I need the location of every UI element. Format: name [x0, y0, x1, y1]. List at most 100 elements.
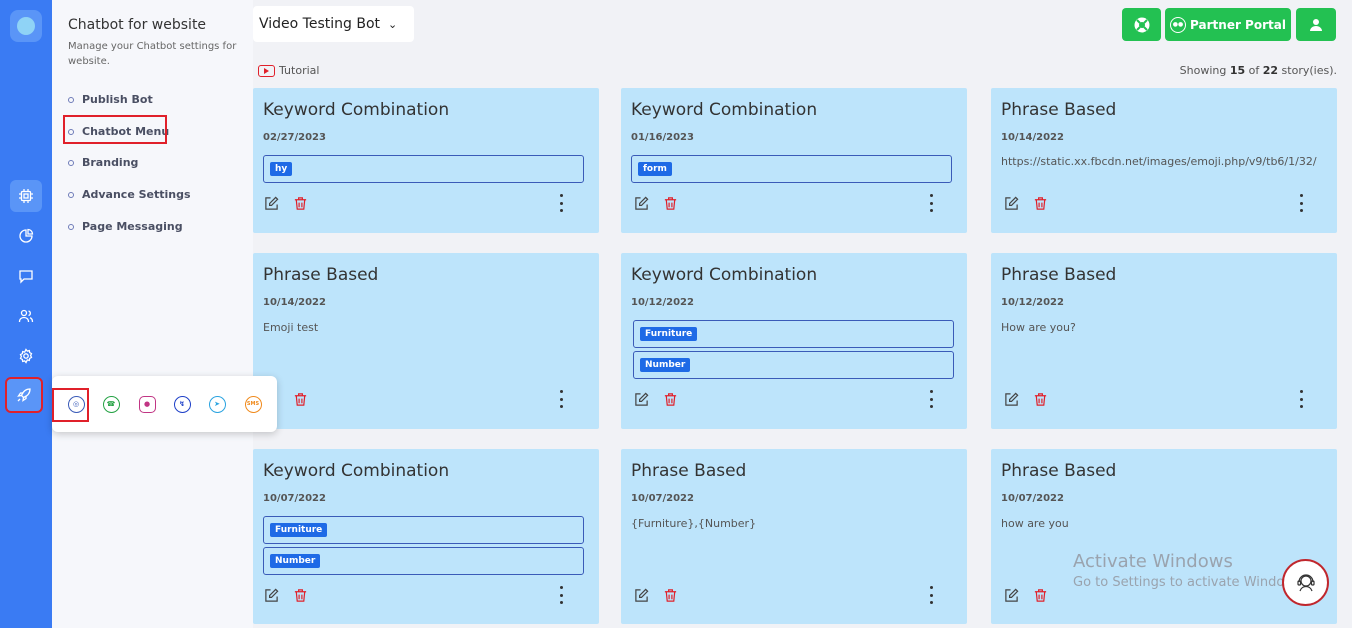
- cpu-icon[interactable]: [10, 180, 42, 212]
- whatsapp-icon[interactable]: ☎: [96, 389, 126, 419]
- bullet-icon: [68, 191, 74, 198]
- watermark-title: Activate Windows: [1073, 551, 1233, 572]
- story-card[interactable]: Phrase Based 10/12/2022 How are you?: [991, 253, 1337, 429]
- card-title: Keyword Combination: [263, 100, 450, 120]
- delete-icon[interactable]: [662, 391, 678, 407]
- story-card[interactable]: Keyword Combination 01/16/2023 form: [621, 88, 967, 233]
- delete-icon[interactable]: [292, 195, 308, 211]
- card-title: Phrase Based: [1001, 100, 1117, 120]
- headset-agent-icon: [1296, 573, 1315, 591]
- more-options-icon[interactable]: [1296, 194, 1306, 212]
- app-logo-icon[interactable]: [10, 10, 42, 42]
- story-card[interactable]: Keyword Combination 10/07/2022 Furniture…: [253, 449, 599, 624]
- card-date: 10/12/2022: [1001, 297, 1064, 308]
- gear-icon[interactable]: [10, 340, 42, 372]
- sms-icon[interactable]: SMS: [238, 389, 268, 419]
- chat-icon[interactable]: [10, 260, 42, 292]
- tutorial-link[interactable]: Tutorial: [258, 64, 319, 77]
- user-icon: [1310, 18, 1322, 31]
- card-title: Phrase Based: [1001, 265, 1117, 285]
- tutorial-label: Tutorial: [279, 64, 320, 77]
- more-options-icon[interactable]: [1296, 390, 1306, 408]
- card-date: 10/12/2022: [631, 297, 694, 308]
- users-icon[interactable]: [10, 300, 42, 332]
- keyword-box: Number: [263, 547, 584, 575]
- chevron-down-icon: ⌄: [388, 17, 398, 31]
- keyword-box: Furniture: [633, 320, 954, 348]
- keyword-box: form: [631, 155, 952, 183]
- rocket-icon[interactable]: [5, 377, 43, 413]
- more-options-icon[interactable]: [556, 194, 566, 212]
- menu-item-advance-settings[interactable]: Advance Settings: [68, 188, 191, 201]
- edit-icon[interactable]: [1003, 195, 1019, 211]
- card-date: 10/14/2022: [263, 297, 326, 308]
- card-text: https://static.xx.fbcdn.net/images/emoji…: [1001, 155, 1317, 168]
- delete-icon[interactable]: [292, 587, 308, 603]
- card-title: Phrase Based: [263, 265, 379, 285]
- edit-icon[interactable]: [1003, 587, 1019, 603]
- instagram-icon[interactable]: ●: [132, 389, 162, 419]
- highlight-box: [52, 388, 89, 422]
- support-chat-button[interactable]: [1282, 559, 1329, 606]
- panel-subtitle: Manage your Chatbot settings for website…: [68, 41, 237, 67]
- card-text: {Furniture},{Number}: [631, 517, 757, 530]
- card-title: Keyword Combination: [263, 461, 450, 481]
- left-rail: [0, 0, 52, 628]
- panel-title: Chatbot for website: [68, 17, 207, 33]
- more-options-icon[interactable]: [556, 390, 566, 408]
- delete-icon[interactable]: [662, 195, 678, 211]
- edit-icon[interactable]: [633, 587, 649, 603]
- keyword-box: Number: [633, 351, 954, 379]
- bullet-icon: [68, 223, 74, 230]
- messenger-icon[interactable]: ↯: [167, 389, 197, 419]
- keyword-box: Furniture: [263, 516, 584, 544]
- partner-portal-label: Partner Portal: [1190, 17, 1286, 32]
- card-date: 10/07/2022: [263, 493, 326, 504]
- delete-icon[interactable]: [292, 391, 308, 407]
- edit-icon[interactable]: [263, 195, 279, 211]
- story-card[interactable]: Phrase Based 10/14/2022 Emoji test: [253, 253, 599, 429]
- delete-icon[interactable]: [1032, 391, 1048, 407]
- menu-item-page-messaging[interactable]: Page Messaging: [68, 220, 183, 233]
- story-card[interactable]: Phrase Based 10/14/2022 https://static.x…: [991, 88, 1337, 233]
- menu-item-label: Branding: [82, 156, 139, 169]
- more-options-icon[interactable]: [926, 586, 936, 604]
- card-title: Keyword Combination: [631, 265, 818, 285]
- partner-icon: ●●: [1170, 16, 1187, 33]
- support-button[interactable]: [1122, 8, 1161, 41]
- bullet-icon: [68, 96, 74, 103]
- telegram-icon[interactable]: ➤: [202, 389, 232, 419]
- edit-icon[interactable]: [633, 195, 649, 211]
- keyword-tag: form: [638, 162, 672, 176]
- edit-icon[interactable]: [1003, 391, 1019, 407]
- menu-item-branding[interactable]: Branding: [68, 156, 138, 169]
- card-text: how are you: [1001, 517, 1069, 530]
- story-card[interactable]: Keyword Combination 02/27/2023 hy: [253, 88, 599, 233]
- delete-icon[interactable]: [1032, 195, 1048, 211]
- more-options-icon[interactable]: [926, 390, 936, 408]
- menu-item-label: Advance Settings: [82, 188, 191, 201]
- more-options-icon[interactable]: [556, 586, 566, 604]
- delete-icon[interactable]: [662, 587, 678, 603]
- more-options-icon[interactable]: [926, 194, 936, 212]
- bullet-icon: [68, 159, 74, 166]
- keyword-tag: Furniture: [270, 523, 328, 537]
- card-text: Emoji test: [263, 321, 319, 334]
- story-card[interactable]: Phrase Based 10/07/2022 {Furniture},{Num…: [621, 449, 967, 624]
- profile-button[interactable]: [1296, 8, 1336, 41]
- bot-selector[interactable]: Video Testing Bot ⌄: [253, 6, 414, 42]
- delete-icon[interactable]: [1032, 587, 1048, 603]
- card-date: 01/16/2023: [631, 132, 694, 143]
- story-card[interactable]: Phrase Based 10/07/2022 how are you: [991, 449, 1337, 624]
- story-card[interactable]: Keyword Combination 10/12/2022 Furniture…: [621, 253, 967, 429]
- edit-icon[interactable]: [263, 587, 279, 603]
- card-text: How are you?: [1001, 321, 1076, 334]
- menu-item-label: Page Messaging: [82, 220, 183, 233]
- partner-portal-button[interactable]: ●● Partner Portal: [1165, 8, 1291, 41]
- settings-panel: Chatbot for website Manage your Chatbot …: [52, 0, 253, 628]
- pie-chart-icon[interactable]: [10, 220, 42, 252]
- edit-icon[interactable]: [633, 391, 649, 407]
- windows-activation-watermark: Activate Windows Go to Settings to activ…: [1073, 551, 1306, 590]
- menu-item-publish-bot[interactable]: Publish Bot: [68, 93, 153, 106]
- channel-selector: ◎ ☎ ● ↯ ➤ SMS: [52, 376, 277, 432]
